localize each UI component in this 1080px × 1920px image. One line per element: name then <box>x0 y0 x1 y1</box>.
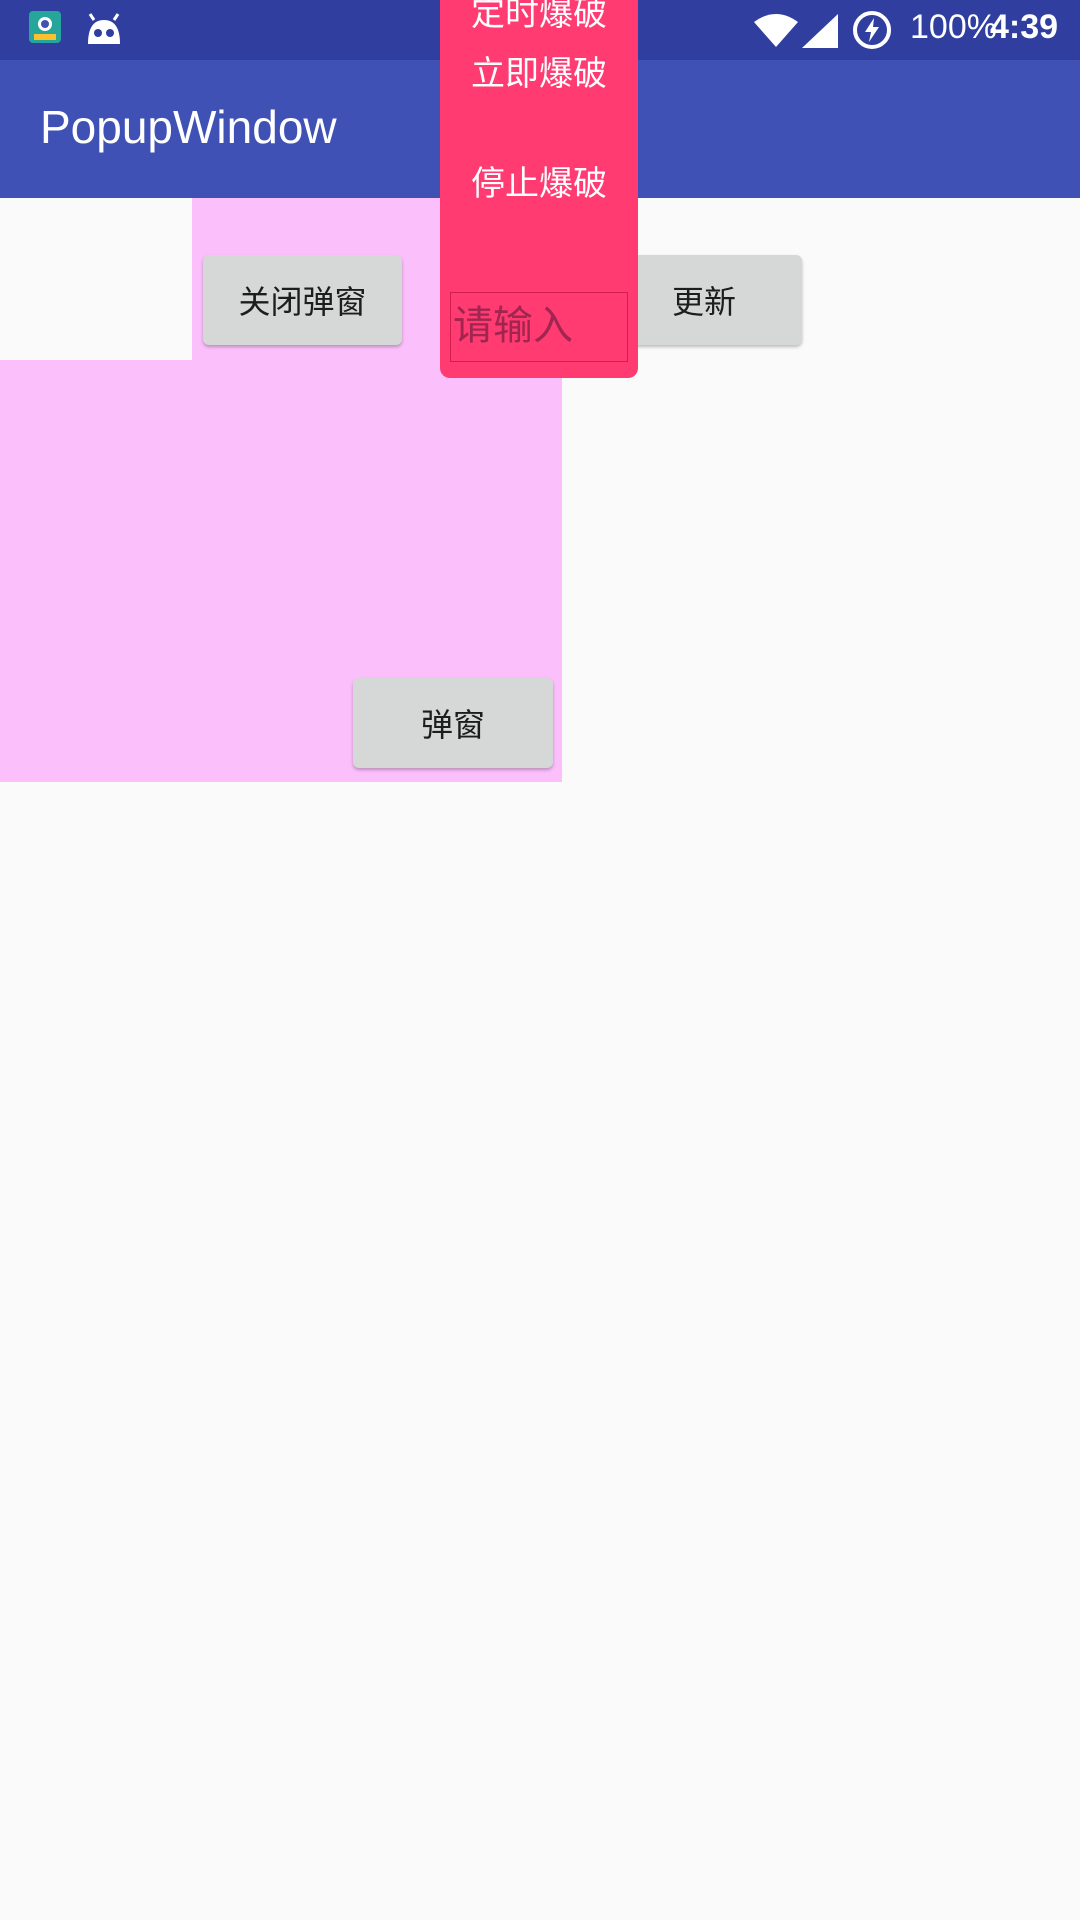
popup-menu-item-timed-blast[interactable]: 定时爆破 <box>440 0 638 35</box>
close-popup-button[interactable]: 关闭弹窗 <box>203 255 402 345</box>
wifi-icon <box>754 14 798 52</box>
popup-window: 定时爆破 立即爆破 停止爆破 请输入 <box>440 0 638 378</box>
android-debug-icon <box>84 12 124 50</box>
clock: 4:39 <box>990 8 1059 46</box>
battery-saver-icon <box>852 10 892 54</box>
battery-percent: 100% <box>910 8 997 46</box>
popup-menu-item-instant-blast[interactable]: 立即爆破 <box>440 46 638 95</box>
page-title: PopupWindow <box>40 101 337 153</box>
popup-text-input[interactable]: 请输入 <box>450 292 628 362</box>
popup-button[interactable]: 弹窗 <box>353 678 553 768</box>
popup-menu-item-stop-blast[interactable]: 停止爆破 <box>440 156 638 205</box>
signal-icon <box>802 14 838 52</box>
photo-app-icon <box>28 10 62 48</box>
